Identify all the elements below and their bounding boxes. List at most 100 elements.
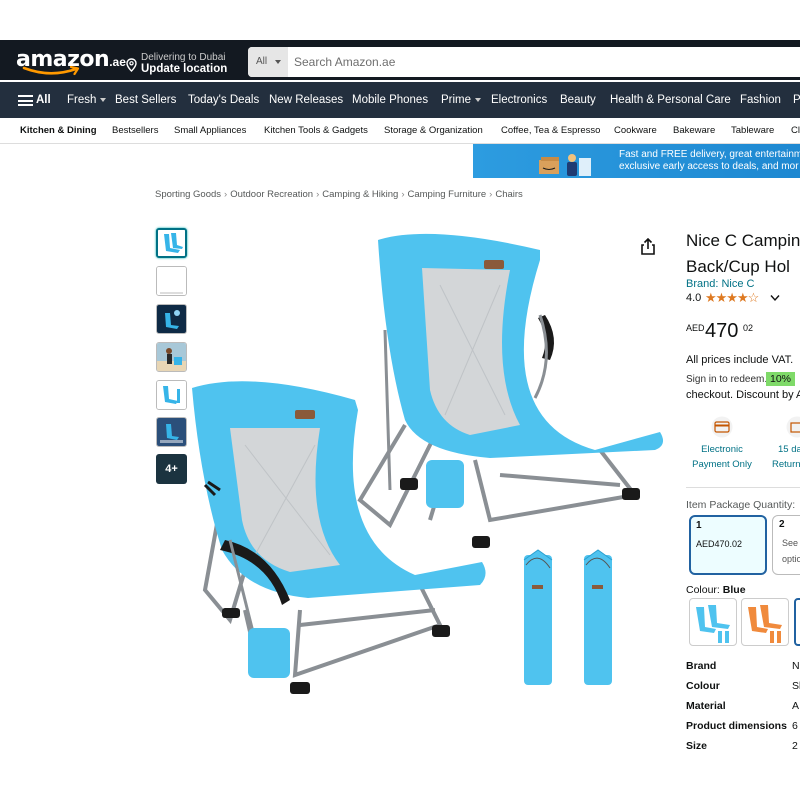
signin-redeem-link[interactable]: Sign in to redeem.: [686, 374, 767, 385]
nav-item-health[interactable]: Health & Personal Care: [610, 94, 731, 106]
spec-value: 6: [792, 720, 798, 732]
feature-label: Return: [772, 459, 800, 470]
spec-value: Sk: [792, 680, 800, 692]
logo-suffix: .ae: [109, 55, 126, 69]
breadcrumb-item[interactable]: Outdoor Recreation: [230, 189, 313, 200]
main-nav: All Fresh Best Sellers Today's Deals New…: [0, 82, 800, 118]
nav-item-fresh[interactable]: Fresh: [67, 94, 107, 106]
gallery-thumbnail[interactable]: [156, 380, 187, 410]
swatch-image: [696, 605, 730, 643]
banner-line2: exclusive early access to deals, and mor: [619, 161, 799, 172]
chevron-down-icon: [100, 97, 107, 102]
feature-electronic-payment[interactable]: Electronic Payment Only: [690, 416, 754, 472]
chevron-down-icon: [475, 97, 482, 102]
breadcrumb: Sporting Goods › Outdoor Recreation › Campin…: [155, 189, 523, 200]
carry-bags-image: [523, 549, 613, 685]
colour-label: Colour: Blue: [686, 584, 746, 596]
chevron-down-icon: [275, 60, 281, 64]
subnav-more[interactable]: Cl: [791, 125, 800, 136]
breadcrumb-item[interactable]: Camping & Hiking: [322, 189, 398, 200]
colour-label-text: Colour:: [686, 584, 720, 596]
rating-row[interactable]: 4.0 ★★★★☆: [686, 290, 780, 305]
subnav-bestsellers[interactable]: Bestsellers: [112, 125, 158, 136]
option-note: optio: [782, 554, 800, 564]
hamburger-menu-icon[interactable]: [18, 95, 33, 106]
subnav-bakeware[interactable]: Bakeware: [673, 125, 715, 136]
nav-item-electronics[interactable]: Electronics: [491, 94, 547, 106]
price-currency: AED: [686, 323, 705, 333]
nav-item-beauty[interactable]: Beauty: [560, 94, 596, 106]
search-bar: All: [248, 47, 800, 77]
nav-item-todays-deals[interactable]: Today's Deals: [188, 94, 259, 106]
thumbnail-image: [157, 343, 186, 371]
spec-value: N: [792, 660, 800, 672]
spec-key: Colour: [686, 680, 720, 692]
subnav-cookware[interactable]: Cookware: [614, 125, 657, 136]
breadcrumb-separator: ›: [224, 189, 228, 200]
feature-label: 15 da: [778, 444, 800, 455]
spec-value: 2: [792, 740, 798, 752]
share-icon[interactable]: [640, 238, 656, 256]
smile-icon: [22, 66, 80, 76]
search-category-dropdown[interactable]: All: [248, 47, 288, 77]
feature-label: Electronic: [701, 444, 743, 455]
nav-item-label: Fresh: [67, 94, 97, 106]
package-quantity-label: Item Package Quantity:: [686, 499, 796, 511]
nav-item-mobile-phones[interactable]: Mobile Phones: [352, 94, 428, 106]
spec-key: Material: [686, 700, 726, 712]
colour-swatch-orange[interactable]: [741, 598, 789, 646]
nav-all[interactable]: All: [36, 94, 51, 106]
subnav-small-appliances[interactable]: Small Appliances: [174, 125, 246, 136]
location-pin-icon: [126, 58, 137, 72]
colour-swatch-blue[interactable]: [689, 598, 737, 646]
option-note: See a: [782, 538, 800, 548]
product-page: amazon.ae Delivering to Dubai Update loc…: [0, 0, 800, 800]
package-option-2[interactable]: 2 See a optio: [772, 515, 800, 575]
gallery-thumbnail[interactable]: [156, 304, 187, 334]
gallery-thumbnail[interactable]: [156, 417, 187, 447]
feature-returns[interactable]: 15 da Return: [770, 416, 800, 472]
nav-item-prime[interactable]: Prime: [441, 94, 482, 106]
thumbnail-image: [158, 230, 185, 256]
main-product-image[interactable]: [190, 220, 680, 700]
gallery-thumbnail[interactable]: [156, 266, 187, 296]
package-option-1[interactable]: 1 AED470.02: [689, 515, 767, 575]
subnav-kitchen-dining[interactable]: Kitchen & Dining: [20, 125, 97, 136]
breadcrumb-separator: ›: [316, 189, 320, 200]
spec-key: Product dimensions: [686, 720, 787, 732]
feature-label: Payment Only: [692, 459, 752, 470]
chevron-down-icon: [770, 295, 780, 302]
delivery-box-icon: [539, 154, 591, 176]
subnav-coffee-tea[interactable]: Coffee, Tea & Espresso: [501, 125, 600, 136]
colour-value: Blue: [722, 584, 746, 596]
amazon-logo[interactable]: amazon.ae: [16, 47, 126, 76]
gallery-more-thumbnails[interactable]: 4+: [156, 454, 187, 484]
nav-item-fashion[interactable]: Fashion: [740, 94, 781, 106]
thumbnail-image: [157, 418, 186, 446]
nav-item-new-releases[interactable]: New Releases: [269, 94, 343, 106]
gallery-thumbnail[interactable]: [156, 228, 187, 258]
prime-banner[interactable]: Fast and FREE delivery, great entertainm…: [473, 144, 800, 178]
breadcrumb-separator: ›: [401, 189, 405, 200]
breadcrumb-item[interactable]: Sporting Goods: [155, 189, 221, 200]
search-input[interactable]: [288, 47, 800, 77]
gallery-thumbnail[interactable]: [156, 342, 187, 372]
price-fraction: 02: [743, 323, 754, 333]
breadcrumb-item[interactable]: Camping Furniture: [408, 189, 487, 200]
breadcrumb-item[interactable]: Chairs: [495, 189, 522, 200]
search-category-label: All: [256, 56, 268, 67]
nav-item-best-sellers[interactable]: Best Sellers: [115, 94, 176, 106]
swatch-image: [748, 605, 782, 643]
category-subnav: Kitchen & Dining Bestsellers Small Appli…: [0, 118, 800, 144]
nav-item-more[interactable]: P: [793, 94, 800, 106]
product-title: Nice C Campin Back/Cup Hol: [686, 228, 800, 280]
checkout-note: checkout. Discount by A: [686, 389, 800, 401]
thumbnail-image: [157, 381, 186, 409]
brand-link[interactable]: Brand: Nice C: [686, 278, 754, 290]
deliver-line1: Delivering to Dubai: [141, 52, 226, 63]
subnav-tableware[interactable]: Tableware: [731, 125, 774, 136]
colour-swatch-selected[interactable]: [794, 598, 800, 646]
thumbnail-image: [157, 267, 186, 295]
subnav-kitchen-tools[interactable]: Kitchen Tools & Gadgets: [264, 125, 368, 136]
subnav-storage[interactable]: Storage & Organization: [384, 125, 483, 136]
